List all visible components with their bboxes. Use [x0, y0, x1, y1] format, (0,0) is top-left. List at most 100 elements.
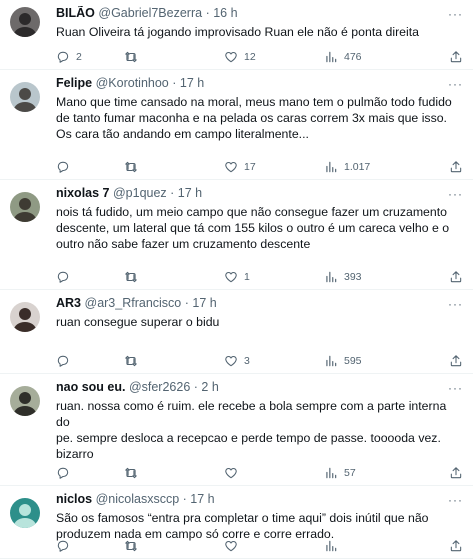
share-button[interactable]: [449, 270, 463, 284]
avatar[interactable]: [10, 82, 40, 112]
reply-button[interactable]: [56, 160, 124, 174]
user-handle[interactable]: @ar3_Rfrancisco: [85, 296, 182, 310]
user-handle[interactable]: @Korotinhoo: [96, 76, 169, 90]
more-options-icon[interactable]: ···: [448, 187, 463, 201]
retweet-button[interactable]: [124, 354, 224, 368]
reply-button[interactable]: [56, 466, 124, 480]
views-icon: [324, 270, 338, 284]
tweet-header: BILÃO @Gabriel7Bezerra · 16 h: [56, 6, 461, 21]
views-button[interactable]: [324, 539, 414, 553]
avatar[interactable]: [10, 386, 40, 416]
more-options-icon[interactable]: ···: [448, 77, 463, 91]
like-button[interactable]: [224, 539, 324, 553]
like-button[interactable]: 17: [224, 160, 324, 174]
share-icon: [449, 539, 463, 553]
more-options-icon[interactable]: ···: [448, 493, 463, 507]
tweet-text: ruan. nossa como é ruim. ele recebe a bo…: [56, 398, 461, 462]
avatar[interactable]: [10, 498, 40, 528]
views-button[interactable]: 1.017: [324, 160, 414, 174]
user-handle[interactable]: @sfer2626: [129, 380, 190, 394]
reply-button[interactable]: [56, 539, 124, 553]
like-icon: [224, 160, 238, 174]
like-button[interactable]: 3: [224, 354, 324, 368]
like-icon: [224, 539, 238, 553]
display-name[interactable]: AR3: [56, 296, 81, 310]
user-handle[interactable]: @Gabriel7Bezerra: [98, 6, 202, 20]
share-button[interactable]: [449, 539, 463, 553]
timestamp[interactable]: 17 h: [190, 492, 214, 506]
views-count: 57: [344, 467, 356, 479]
tweet-text-line: ruan consegue superar o bidu: [56, 315, 220, 329]
like-count: 3: [244, 355, 250, 367]
retweet-button[interactable]: [124, 270, 224, 284]
timestamp[interactable]: 17 h: [180, 76, 204, 90]
timestamp[interactable]: 17 h: [192, 296, 216, 310]
reply-button[interactable]: 2: [56, 50, 124, 64]
tweet-card[interactable]: nao sou eu. @sfer2626 · 2 h ··· ruan. noss…: [0, 374, 473, 486]
like-icon: [224, 270, 238, 284]
share-icon: [449, 354, 463, 368]
tweet-card[interactable]: nixolas 7 @p1quez · 17 h ··· nois tá fudid…: [0, 180, 473, 290]
tweet-text: Mano que time cansado na moral, meus man…: [56, 94, 461, 142]
like-count: 1: [244, 271, 250, 283]
views-count: 476: [344, 51, 362, 63]
retweet-button[interactable]: [124, 539, 224, 553]
avatar[interactable]: [10, 192, 40, 222]
retweet-icon: [124, 270, 138, 284]
user-handle[interactable]: @nicolasxsccp: [96, 492, 180, 506]
display-name[interactable]: nixolas 7: [56, 186, 110, 200]
share-button[interactable]: [449, 160, 463, 174]
like-icon: [224, 50, 238, 64]
display-name[interactable]: nao sou eu.: [56, 380, 125, 394]
reply-button[interactable]: [56, 354, 124, 368]
separator-dot: ·: [202, 6, 214, 20]
views-icon: [324, 466, 338, 480]
timestamp[interactable]: 17 h: [178, 186, 202, 200]
tweet-card[interactable]: AR3 @ar3_Rfrancisco · 17 h ··· ruan conseg…: [0, 290, 473, 374]
like-button[interactable]: 12: [224, 50, 324, 64]
reply-icon: [56, 354, 70, 368]
share-icon: [449, 160, 463, 174]
timestamp[interactable]: 2 h: [201, 380, 218, 394]
timestamp[interactable]: 16 h: [213, 6, 237, 20]
share-button[interactable]: [449, 466, 463, 480]
share-button[interactable]: [449, 50, 463, 64]
display-name[interactable]: Felipe: [56, 76, 92, 90]
user-handle[interactable]: @p1quez: [113, 186, 167, 200]
tweet-card[interactable]: niclos @nicolasxsccp · 17 h ··· São os fam…: [0, 486, 473, 559]
views-count: 393: [344, 271, 362, 283]
separator-dot: ·: [166, 186, 178, 200]
more-options-icon[interactable]: ···: [448, 297, 463, 311]
avatar[interactable]: [10, 7, 40, 37]
like-button[interactable]: [224, 466, 324, 480]
action-bar: [56, 538, 463, 554]
reply-button[interactable]: [56, 270, 124, 284]
tweet-text-line: ruan. nossa como é ruim. ele recebe a bo…: [56, 399, 447, 429]
like-button[interactable]: 1: [224, 270, 324, 284]
retweet-icon: [124, 466, 138, 480]
separator-dot: ·: [181, 296, 193, 310]
views-button[interactable]: 393: [324, 270, 414, 284]
tweet-text-line: nois tá fudido, um meio campo que não co…: [56, 205, 447, 219]
retweet-button[interactable]: [124, 160, 224, 174]
tweet-card[interactable]: Felipe @Korotinhoo · 17 h ··· Mano que tim…: [0, 70, 473, 180]
retweet-button[interactable]: [124, 466, 224, 480]
avatar[interactable]: [10, 302, 40, 332]
views-button[interactable]: 57: [324, 466, 414, 480]
retweet-icon: [124, 539, 138, 553]
tweet-text: ruan consegue superar o bidu: [56, 314, 461, 330]
views-button[interactable]: 476: [324, 50, 414, 64]
share-button[interactable]: [449, 354, 463, 368]
reply-icon: [56, 466, 70, 480]
more-options-icon[interactable]: ···: [448, 7, 463, 21]
tweet-text-line: outro não sabe fazer um cruzamento desce…: [56, 237, 311, 251]
tweet-text-line: bizarro: [56, 447, 94, 461]
display-name[interactable]: BILÃO: [56, 6, 95, 20]
display-name[interactable]: niclos: [56, 492, 92, 506]
tweet-header: niclos @nicolasxsccp · 17 h: [56, 492, 461, 507]
tweet-text: Ruan Oliveira tá jogando improvisado Rua…: [56, 24, 461, 40]
retweet-button[interactable]: [124, 50, 224, 64]
more-options-icon[interactable]: ···: [448, 381, 463, 395]
views-button[interactable]: 595: [324, 354, 414, 368]
tweet-card[interactable]: BILÃO @Gabriel7Bezerra · 16 h ··· Ruan Oli…: [0, 0, 473, 70]
